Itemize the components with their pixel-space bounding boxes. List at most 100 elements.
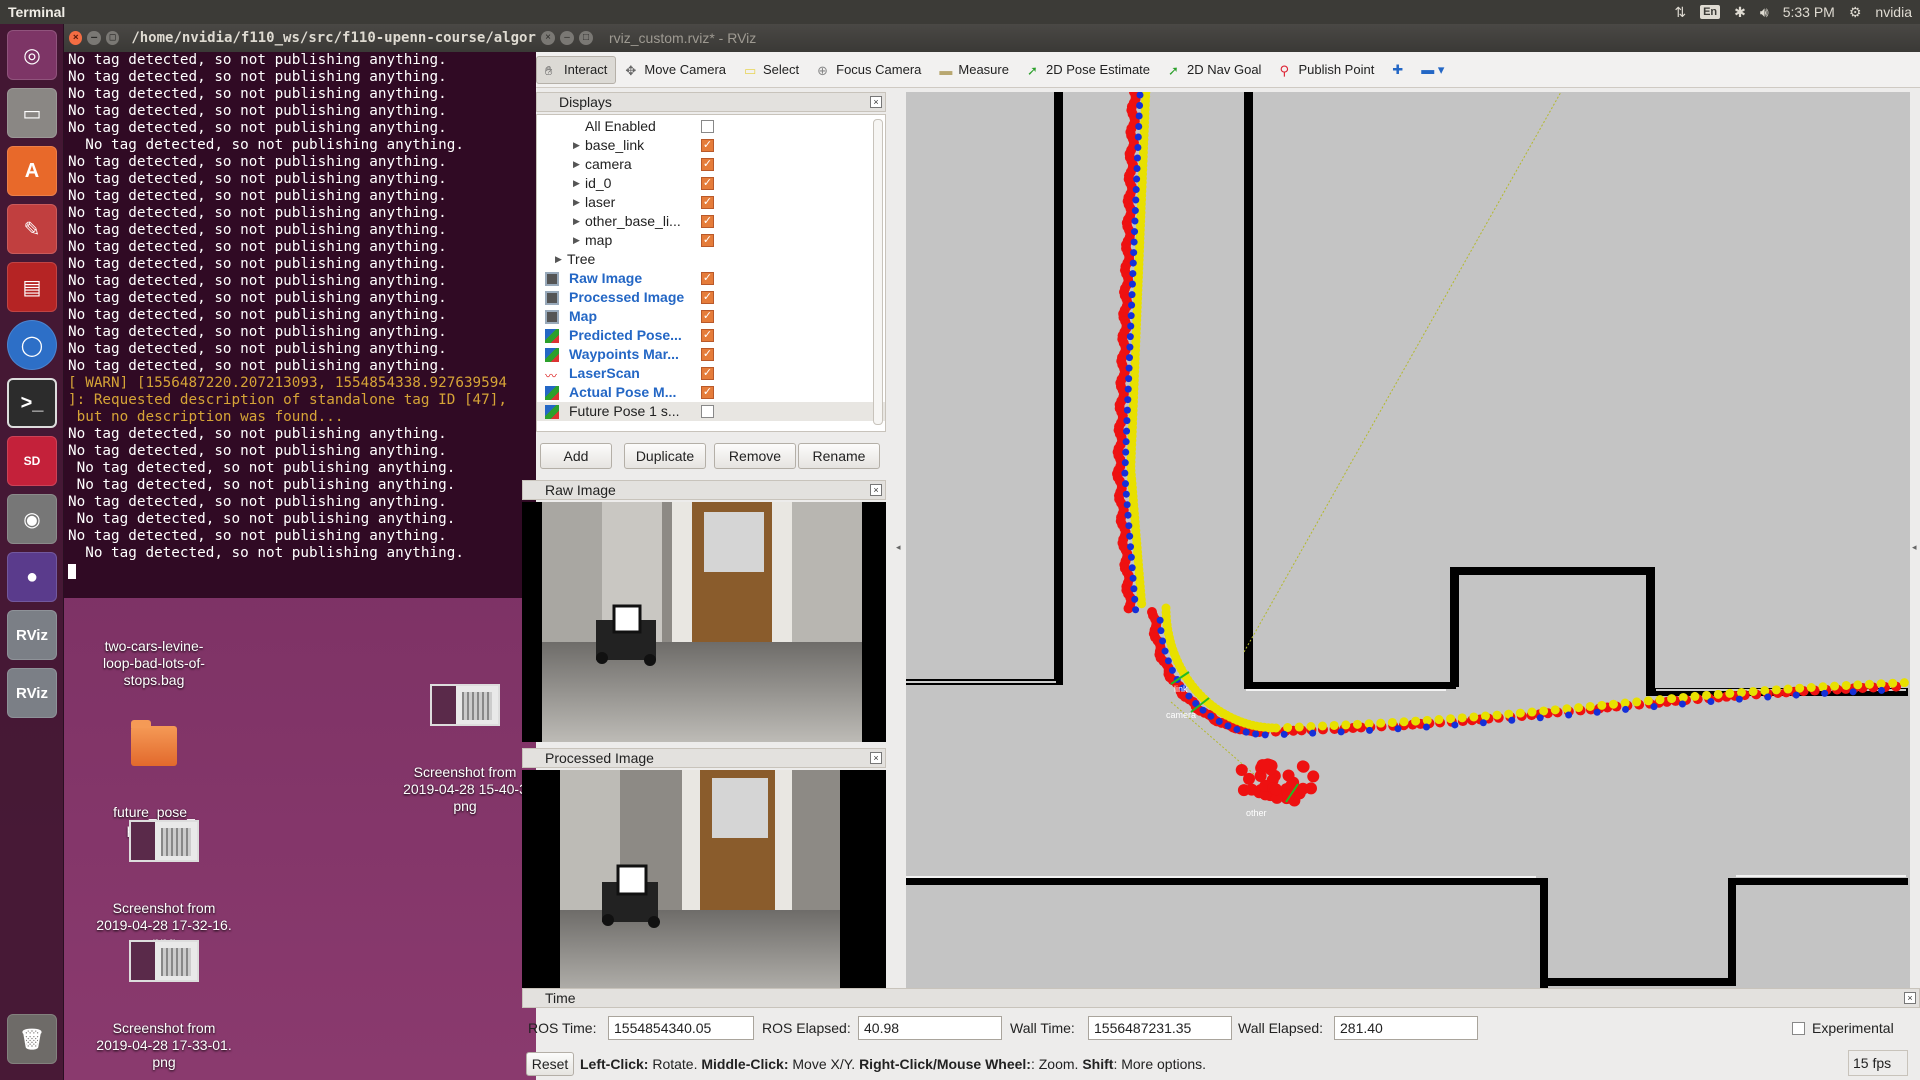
display-item[interactable]: Actual Pose M... ✓ [537, 383, 885, 402]
expand-arrow-icon[interactable]: ▶ [573, 140, 580, 151]
trash-icon[interactable]: 🗑︎ [7, 1014, 57, 1064]
rviz-titlebar[interactable]: × – □ rviz_custom.rviz* - RViz [536, 24, 1920, 52]
display-item[interactable]: ▶ other_base_li... ✓ [537, 212, 885, 231]
username[interactable]: nvidia [1875, 4, 1912, 20]
display-enabled-checkbox[interactable]: ✓ [701, 348, 714, 361]
panel-splitter-right[interactable]: ◂ [1912, 92, 1920, 1002]
remove-display-button[interactable]: Remove [714, 443, 796, 469]
software-center-icon[interactable]: A [7, 146, 57, 196]
processed-image-view[interactable] [522, 770, 886, 1006]
close-icon[interactable]: × [69, 31, 82, 45]
gear-icon[interactable]: ⚙ [1849, 4, 1862, 21]
display-item[interactable]: ▶ laser ✓ [537, 193, 885, 212]
display-item[interactable]: ▶ base_link ✓ [537, 136, 885, 155]
display-item[interactable]: Processed Image ✓ [537, 288, 885, 307]
expand-arrow-icon[interactable]: ▶ [555, 254, 562, 265]
close-icon[interactable]: × [1904, 992, 1916, 1004]
tool-2d-pose-estimate[interactable]: ➚ 2D Pose Estimate [1018, 56, 1159, 84]
display-enabled-checkbox[interactable]: ✓ [701, 291, 714, 304]
display-item[interactable]: Future Pose 1 s... [537, 402, 885, 421]
wall-elapsed-field[interactable]: 281.40 [1334, 1016, 1478, 1040]
add-display-button[interactable]: Add [540, 443, 612, 469]
expand-arrow-icon[interactable]: ▶ [573, 197, 580, 208]
terminal-window[interactable]: × – □ /home/nvidia/f110_ws/src/f110-upen… [64, 24, 536, 598]
chromium-icon[interactable]: ◯ [7, 320, 57, 370]
display-item[interactable]: Map ✓ [537, 307, 885, 326]
tool-publish-point[interactable]: ⚲ Publish Point [1270, 56, 1383, 84]
display-enabled-checkbox[interactable]: ✓ [701, 272, 714, 285]
desktop-icon-screenshot-1[interactable]: Screenshot from 2019-04-28 15-40-3 png [395, 650, 535, 832]
add-tool-icon[interactable]: ✚ [1383, 56, 1412, 84]
display-item[interactable]: Waypoints Mar... ✓ [537, 345, 885, 364]
display-enabled-checkbox[interactable]: ✓ [701, 139, 714, 152]
desktop-icon-screenshot-3[interactable]: Screenshot from 2019-04-28 17-33-01. png [94, 906, 234, 1080]
webcam-icon[interactable]: ● [7, 552, 57, 602]
display-item[interactable]: ▶ map ✓ [537, 231, 885, 250]
display-enabled-checkbox[interactable]: ✓ [701, 234, 714, 247]
rename-display-button[interactable]: Rename [798, 443, 880, 469]
expand-arrow-icon[interactable]: ▶ [573, 178, 580, 189]
tool-focus-camera[interactable]: ⊕ Focus Camera [808, 56, 930, 84]
display-item[interactable]: ▶ camera ✓ [537, 155, 885, 174]
terminal-output[interactable]: No tag detected, so not publishing anyth… [68, 52, 532, 598]
displays-tree[interactable]: All Enabled ▶ base_link ✓ ▶ camera ✓ ▶ id_0 ✓ ▶ las… [536, 114, 886, 432]
terminal-red-icon[interactable]: ▤ [7, 262, 57, 312]
terminal-titlebar[interactable]: × – □ /home/nvidia/f110_ws/src/f110-upen… [64, 24, 536, 52]
close-icon[interactable]: × [870, 752, 882, 764]
minimize-icon[interactable]: – [560, 31, 574, 45]
display-enabled-checkbox[interactable] [701, 120, 714, 133]
display-enabled-checkbox[interactable]: ✓ [701, 367, 714, 380]
ros-elapsed-field[interactable]: 40.98 [858, 1016, 1002, 1040]
rviz-window[interactable]: × – □ rviz_custom.rviz* - RViz ✋︎ Interac… [536, 24, 1920, 1080]
maximize-icon[interactable]: □ [106, 31, 119, 45]
display-item[interactable]: ▶ id_0 ✓ [537, 174, 885, 193]
ros-time-field[interactable]: 1554854340.05 [608, 1016, 754, 1040]
tool-move-camera[interactable]: ✥ Move Camera [616, 56, 735, 84]
files-icon[interactable]: ▭ [7, 88, 57, 138]
tool-measure[interactable]: ▬ Measure [930, 56, 1018, 84]
sd-card-icon[interactable]: SD [7, 436, 57, 486]
displays-scrollbar[interactable] [873, 119, 883, 425]
display-enabled-checkbox[interactable]: ✓ [701, 329, 714, 342]
display-enabled-checkbox[interactable]: ✓ [701, 158, 714, 171]
maximize-icon[interactable]: □ [579, 31, 593, 45]
close-icon[interactable]: × [541, 31, 555, 45]
display-item[interactable]: Raw Image ✓ [537, 269, 885, 288]
minimize-icon[interactable]: – [87, 31, 100, 45]
expand-arrow-icon[interactable]: ▶ [573, 216, 580, 227]
tool-select[interactable]: ▭ Select [735, 56, 808, 84]
display-enabled-checkbox[interactable]: ✓ [701, 177, 714, 190]
volume-icon[interactable]: 🔊︎ [1760, 4, 1769, 21]
close-icon[interactable]: × [870, 484, 882, 496]
terminal-icon[interactable]: >_ [7, 378, 57, 428]
rviz-icon-2[interactable]: RViz [7, 668, 57, 718]
raw-image-view[interactable] [522, 502, 886, 742]
display-item[interactable]: Predicted Pose... ✓ [537, 326, 885, 345]
settings-icon[interactable]: ✎ [7, 204, 57, 254]
display-enabled-checkbox[interactable] [701, 405, 714, 418]
display-enabled-checkbox[interactable]: ✓ [701, 215, 714, 228]
reset-button[interactable]: Reset [526, 1052, 574, 1076]
remove-tool-icon[interactable]: ▬ ▾ [1412, 56, 1453, 84]
wall-time-field[interactable]: 1556487231.35 [1088, 1016, 1232, 1040]
expand-arrow-icon[interactable]: ▶ [573, 235, 580, 246]
clock[interactable]: 5:33 PM [1783, 4, 1835, 20]
panel-splitter[interactable]: ◂ [896, 92, 904, 1002]
display-item[interactable]: 〰 LaserScan ✓ [537, 364, 885, 383]
display-item[interactable]: ▶ Tree [537, 250, 885, 269]
display-enabled-checkbox[interactable]: ✓ [701, 310, 714, 323]
network-arrows-icon[interactable]: ⇅ [1674, 4, 1686, 21]
display-enabled-checkbox[interactable]: ✓ [701, 196, 714, 209]
ubuntu-logo-icon[interactable]: ◎ [7, 30, 57, 80]
keyboard-layout-indicator[interactable]: En [1700, 5, 1720, 19]
display-enabled-checkbox[interactable]: ✓ [701, 386, 714, 399]
duplicate-display-button[interactable]: Duplicate [624, 443, 706, 469]
close-icon[interactable]: × [870, 96, 882, 108]
bluetooth-icon[interactable]: ✱ [1734, 4, 1746, 21]
map-3d-view[interactable]: link camera other [906, 92, 1910, 1002]
desktop-icon-bag[interactable]: two-cars-levine- loop-bad-lots-of- stops… [84, 604, 224, 706]
expand-arrow-icon[interactable]: ▶ [573, 159, 580, 170]
tool-2d-nav-goal[interactable]: ➚ 2D Nav Goal [1159, 56, 1270, 84]
camera-icon[interactable]: ◉ [7, 494, 57, 544]
rviz-icon[interactable]: RViz [7, 610, 57, 660]
